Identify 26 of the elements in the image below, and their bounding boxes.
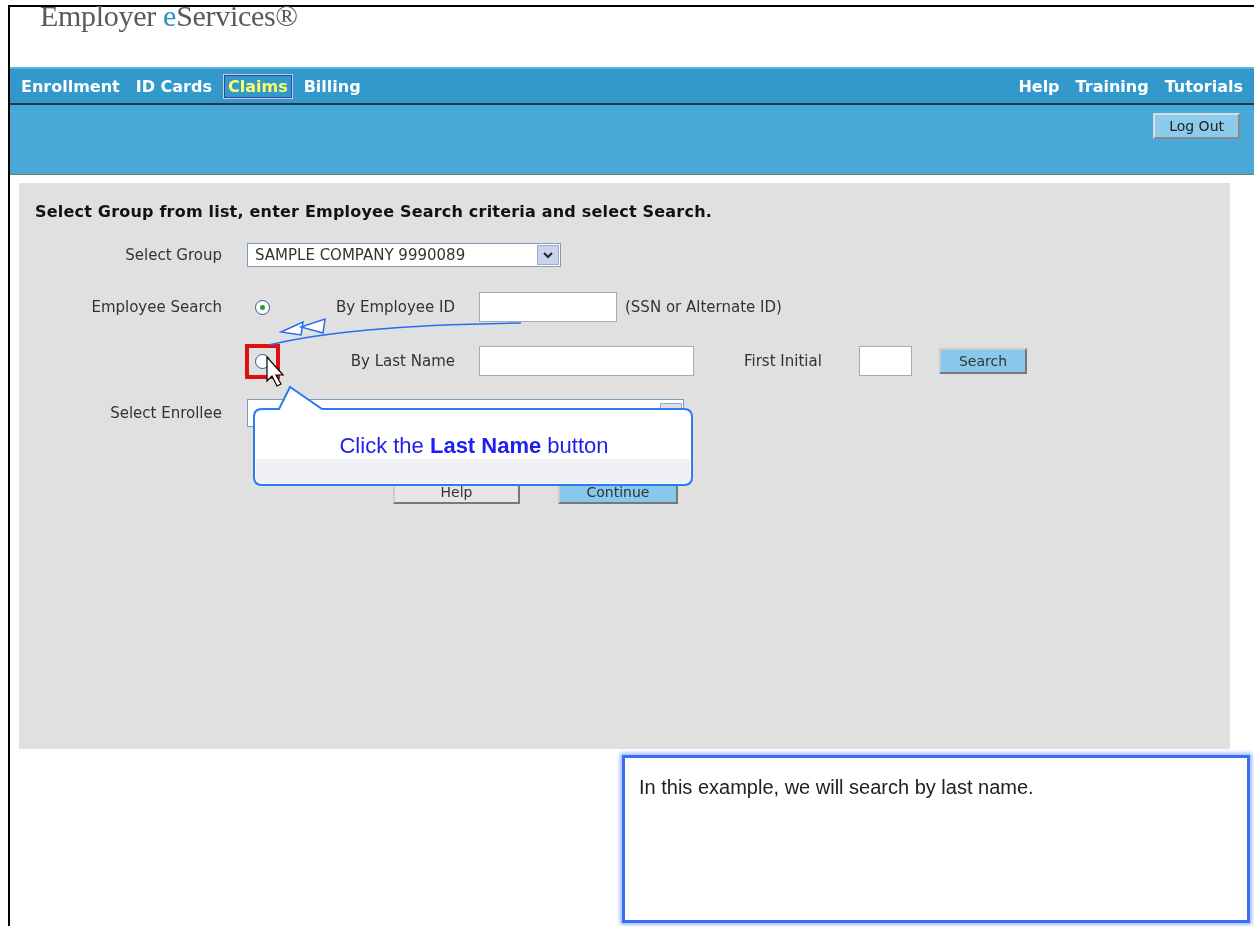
nav-link[interactable]: Training [1070,73,1154,99]
nav-tab[interactable]: Enrollment [16,73,125,99]
radio-button[interactable] [255,299,270,315]
text-input[interactable] [859,346,912,376]
option-label: By Employee ID [335,298,455,316]
text-input[interactable] [479,346,694,376]
cursor-icon [266,355,285,387]
field-label: Select Enrollee [109,404,222,422]
chevron-down-icon [542,250,554,260]
field-label: Employee Search [90,298,222,316]
logout-button[interactable]: Log Out [1153,113,1240,139]
option-label: By Last Name [349,352,455,370]
nav-link[interactable]: Tutorials [1159,73,1248,99]
nav-link[interactable]: Help [1013,73,1065,99]
nav-tab[interactable]: Billing [298,73,366,99]
search-button[interactable]: Search [939,348,1027,374]
note-text: In this example, we will search by last name. [639,776,1035,799]
logo: Employer eServices® [40,0,298,33]
field-label: Select Group [124,246,222,264]
group-select[interactable]: SAMPLE COMPANY 9990089 [247,243,561,267]
instruction-text: Select Group from list, enter Employee Search criteria and select Search. [35,201,713,223]
hint-text: (SSN or Alternate ID) [625,298,782,316]
field-label: First Initial [744,352,823,370]
nav-tab[interactable]: Claims [222,73,293,99]
text-input[interactable] [479,292,617,322]
nav-tab[interactable]: ID Cards [130,73,217,99]
